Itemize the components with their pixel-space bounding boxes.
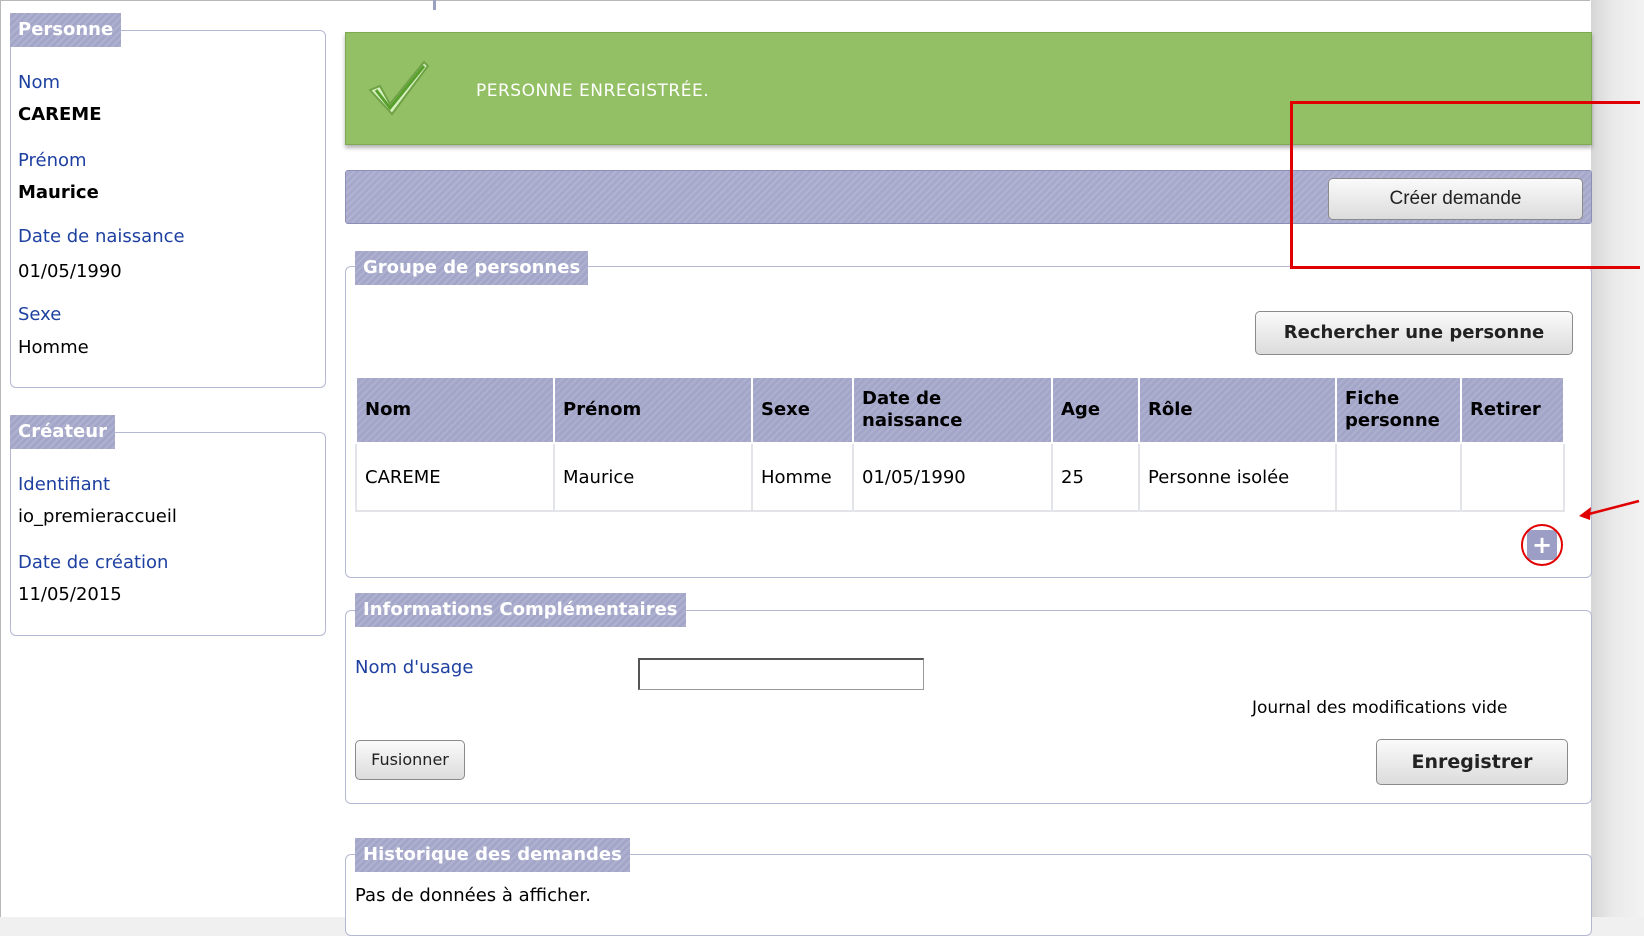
cell-role: Personne isolée: [1138, 442, 1337, 512]
sexe-value: Homme: [18, 337, 89, 358]
sexe-label: Sexe: [18, 304, 62, 325]
identifiant-value: io_premieraccueil: [18, 506, 177, 527]
annotation-circle: [1521, 524, 1563, 566]
journal-status: Journal des modifications vide: [1252, 698, 1508, 718]
nom-value: CAREME: [18, 104, 102, 125]
table-header-row: Nom Prénom Sexe Date de naissance Age Rô…: [355, 376, 1565, 444]
infos-legend: Informations Complémentaires: [355, 593, 686, 627]
col-header-fiche: Fiche personne: [1335, 376, 1462, 444]
prenom-value: Maurice: [18, 182, 99, 203]
identifiant-label: Identifiant: [18, 474, 111, 495]
cell-fiche[interactable]: [1335, 442, 1462, 512]
naissance-value: 01/05/1990: [18, 261, 122, 282]
annotation-rectangle: [1290, 101, 1640, 269]
groupe-legend: Groupe de personnes: [355, 251, 589, 285]
checkmark-icon: [366, 58, 432, 123]
prenom-label: Prénom: [18, 150, 87, 171]
col-header-role: Rôle: [1138, 376, 1337, 444]
col-header-sexe: Sexe: [751, 376, 854, 444]
merge-button[interactable]: Fusionner: [355, 740, 465, 780]
nom-usage-label: Nom d'usage: [355, 657, 474, 678]
save-button[interactable]: Enregistrer: [1376, 739, 1568, 785]
createur-panel: [10, 432, 326, 636]
creation-label: Date de création: [18, 552, 169, 573]
creation-value: 11/05/2015: [18, 584, 122, 605]
cell-sexe: Homme: [751, 442, 854, 512]
search-person-button[interactable]: Rechercher une personne: [1255, 311, 1573, 355]
col-header-nom: Nom: [355, 376, 555, 444]
cell-naissance: 01/05/1990: [852, 442, 1053, 512]
top-divider-tick: [433, 0, 436, 10]
group-table: Nom Prénom Sexe Date de naissance Age Rô…: [355, 376, 1565, 512]
nom-label: Nom: [18, 72, 61, 93]
historique-legend: Historique des demandes: [355, 838, 630, 872]
nom-usage-input[interactable]: [638, 658, 924, 690]
createur-legend: Créateur: [10, 415, 115, 449]
cell-nom: CAREME: [355, 442, 555, 512]
cell-age: 25: [1051, 442, 1140, 512]
success-message: PERSONNE ENREGISTRÉE.: [476, 81, 710, 101]
annotation-arrow-icon: [1575, 493, 1641, 528]
cell-prenom: Maurice: [553, 442, 753, 512]
top-border: [0, 0, 1590, 1]
cell-retirer[interactable]: [1460, 442, 1565, 512]
col-header-prenom: Prénom: [553, 376, 753, 444]
col-header-age: Age: [1051, 376, 1140, 444]
table-row: CAREME Maurice Homme 01/05/1990 25 Perso…: [355, 442, 1565, 512]
personne-legend: Personne: [10, 13, 122, 47]
historique-empty-message: Pas de données à afficher.: [355, 885, 591, 906]
col-header-retirer: Retirer: [1460, 376, 1565, 444]
col-header-naissance: Date de naissance: [852, 376, 1053, 444]
naissance-label: Date de naissance: [18, 226, 185, 247]
